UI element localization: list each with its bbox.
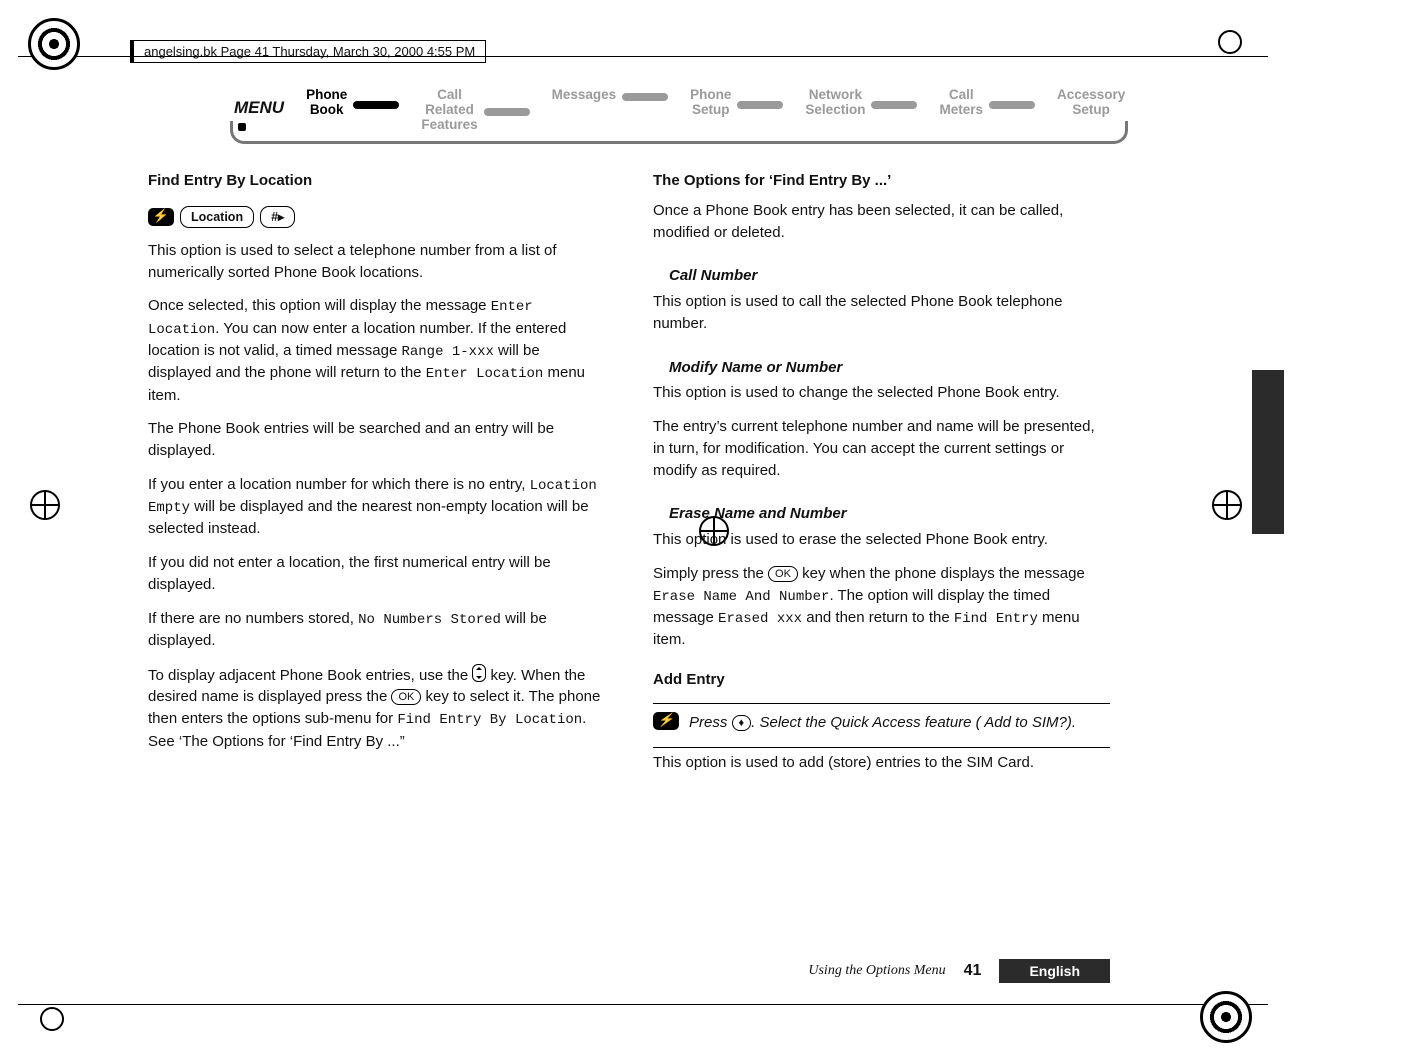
nav-item-phone-setup: PhoneSetup (690, 88, 731, 118)
quick-access-icon: ⚡ (653, 712, 679, 730)
para-erase-2: Simply press the OK key when the phone d… (653, 563, 1110, 651)
crop-line-bottom (18, 1004, 1268, 1005)
page-footer: Using the Options Menu 41 English (148, 959, 1110, 983)
heading-erase: Erase Name and Number (669, 503, 1110, 525)
para-erase-1: This option is used to erase the selecte… (653, 529, 1110, 551)
quick-access-icon: ⚡ (148, 208, 174, 226)
crop-cross-left (30, 490, 60, 520)
rule-above-note (653, 703, 1110, 704)
ok-key-icon: OK (391, 689, 421, 705)
nav-pill (353, 97, 399, 109)
heading-call-number: Call Number (669, 265, 1110, 287)
shortcut-row: ⚡ Location #▸ (148, 206, 605, 228)
footer-page-number: 41 (964, 962, 982, 980)
para-empty: If you enter a location number for which… (148, 474, 605, 540)
nav-pill (989, 97, 1035, 109)
para-modify-1: This option is used to change the select… (653, 382, 1110, 404)
nav-underline (230, 121, 1128, 144)
right-column: The Options for ‘Find Entry By ...’ Once… (653, 170, 1110, 941)
para-first-entry: If you did not enter a location, the fir… (148, 552, 605, 596)
para-add-entry: This option is used to add (store) entri… (653, 752, 1110, 774)
para-call-number: This option is used to call the selected… (653, 291, 1110, 335)
heading-modify: Modify Name or Number (669, 357, 1110, 379)
nav-pill (737, 97, 783, 109)
menu-nav: MENU PhoneBook Call RelatedFeatures Mess… (230, 88, 1128, 144)
heading-find-entry-by-location: Find Entry By Location (148, 170, 605, 192)
menu-label-text: MENU (234, 98, 284, 117)
heading-add-entry: Add Entry (653, 669, 1110, 691)
scroll-key-icon (472, 664, 486, 682)
nav-pill (871, 97, 917, 109)
nav-item-phone-book: PhoneBook (306, 88, 347, 118)
para-intro: This option is used to select a telephon… (148, 240, 605, 284)
page-body: Find Entry By Location ⚡ Location #▸ Thi… (148, 170, 1110, 941)
page-edge-tab (1252, 370, 1284, 534)
para-no-numbers: If there are no numbers stored, No Numbe… (148, 608, 605, 652)
location-button: Location (180, 206, 254, 228)
registration-mark-tr (1218, 30, 1242, 54)
para-adjacent: To display adjacent Phone Book entries, … (148, 664, 605, 753)
left-column: Find Entry By Location ⚡ Location #▸ Thi… (148, 170, 605, 941)
para-options: Once a Phone Book entry has been selecte… (653, 200, 1110, 244)
nav-item-accessory: AccessorySetup (1057, 88, 1125, 118)
registration-mark-br (1200, 991, 1252, 1043)
heading-options: The Options for ‘Find Entry By ...’ (653, 170, 1110, 192)
file-header-text: angelsing.bk Page 41 Thursday, March 30,… (130, 40, 486, 63)
nav-pill (622, 89, 668, 101)
registration-mark-tl (28, 18, 80, 70)
footer-language: English (999, 959, 1110, 983)
rule-below-note (653, 747, 1110, 748)
hash-button: #▸ (260, 206, 295, 228)
registration-mark-bl (40, 1007, 64, 1031)
quick-access-note: ⚡ Press ♦. Select the Quick Access featu… (653, 712, 1110, 734)
footer-section: Using the Options Menu (808, 963, 945, 979)
file-header: angelsing.bk Page 41 Thursday, March 30,… (130, 40, 1128, 63)
nav-pill (484, 104, 530, 116)
smart-key-icon: ♦ (732, 715, 752, 731)
para-enter-location: Once selected, this option will display … (148, 295, 605, 406)
ok-key-icon: OK (768, 566, 798, 582)
para-search: The Phone Book entries will be searched … (148, 418, 605, 462)
para-modify-2: The entry’s current telephone number and… (653, 416, 1110, 481)
nav-item-call-meters: CallMeters (939, 88, 983, 118)
crop-cross-right (1212, 490, 1242, 520)
nav-item-messages: Messages (552, 88, 617, 103)
nav-item-network: NetworkSelection (805, 88, 865, 118)
